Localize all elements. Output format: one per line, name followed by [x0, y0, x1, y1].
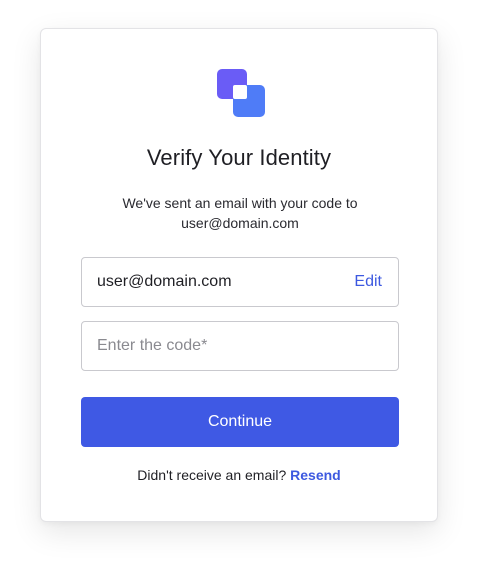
subtitle-line-1: We've sent an email with your code to — [122, 195, 358, 211]
resend-link[interactable]: Resend — [290, 467, 341, 483]
email-value: user@domain.com — [97, 273, 232, 290]
subtitle-email: user@domain.com — [181, 215, 299, 231]
code-field[interactable] — [81, 321, 399, 371]
email-field: user@domain.com Edit — [81, 257, 399, 307]
resend-footer: Didn't receive an email? Resend — [41, 467, 437, 483]
page-title: Verify Your Identity — [146, 145, 332, 170]
continue-button[interactable]: Continue — [81, 397, 399, 447]
edit-email-link[interactable]: Edit — [354, 273, 382, 291]
subtitle: We've sent an email with your code to us… — [81, 193, 399, 233]
overlapping-squares-logo-icon — [217, 69, 265, 117]
verify-card: Verify Your Identity We've sent an email… — [40, 28, 438, 522]
code-input[interactable] — [82, 322, 398, 370]
resend-prompt: Didn't receive an email? — [137, 467, 287, 483]
